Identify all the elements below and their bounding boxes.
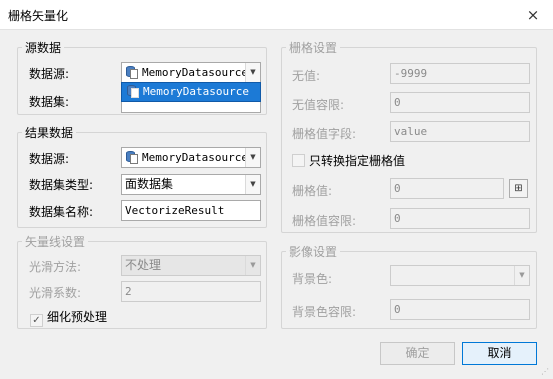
source-datasource-combo[interactable]: MemoryDatasource ▼: [121, 62, 261, 83]
thin-preprocess-label: 细化预处理: [47, 310, 108, 324]
result-data-title: 结果数据: [22, 124, 77, 141]
resize-grip-icon[interactable]: ⋰: [541, 367, 551, 377]
result-datasource-combo[interactable]: MemoryDatasource ▼: [121, 147, 261, 168]
grid-tolerance-label: 栅格值容限:: [292, 214, 357, 228]
smooth-method-combo[interactable]: 不处理 ▼: [121, 255, 261, 276]
result-dataset-type-value: 面数据集: [125, 177, 174, 191]
result-datasource-value: MemoryDatasource: [142, 151, 248, 164]
smooth-coef-label: 光滑系数:: [29, 286, 82, 300]
chevron-down-icon[interactable]: ▼: [245, 175, 260, 194]
datasource-icon: [125, 65, 139, 79]
pick-value-icon[interactable]: ⊞: [509, 179, 528, 198]
only-specified-value-label: 只转换指定栅格值: [309, 154, 406, 168]
smooth-method-label: 光滑方法:: [29, 260, 82, 274]
value-field-label: 栅格值字段:: [292, 127, 357, 141]
grid-value-label: 栅格值:: [292, 184, 333, 198]
smooth-method-value: 不处理: [125, 258, 162, 272]
result-dataset-type-combo[interactable]: 面数据集 ▼: [121, 174, 261, 195]
source-datasource-value: MemoryDatasource: [142, 66, 248, 79]
only-specified-value-checkbox[interactable]: 只转换指定栅格值: [292, 152, 405, 169]
nodata-tolerance-input[interactable]: 0: [390, 92, 530, 113]
nodata-input[interactable]: -9999: [390, 63, 530, 84]
chevron-down-icon[interactable]: ▼: [245, 256, 260, 275]
chevron-down-icon[interactable]: ▼: [245, 63, 260, 82]
ok-button[interactable]: 确定: [380, 342, 455, 365]
datasource-icon: [126, 84, 140, 98]
grid-value-input[interactable]: 0: [390, 178, 504, 199]
result-dataset-type-label: 数据集类型:: [29, 178, 94, 192]
source-data-title: 源数据: [22, 39, 65, 56]
image-settings-title: 影像设置: [286, 243, 341, 260]
chevron-down-icon[interactable]: ▼: [514, 266, 529, 285]
datasource-icon: [125, 150, 139, 164]
value-field-input[interactable]: value: [390, 121, 530, 142]
source-datasource-label: 数据源:: [29, 67, 70, 81]
nodata-tolerance-label: 无值容限:: [292, 98, 345, 112]
window-title: 栅格矢量化: [8, 9, 69, 23]
bg-color-label: 背景色:: [292, 272, 333, 286]
bg-tolerance-label: 背景色容限:: [292, 305, 357, 319]
bg-color-combo[interactable]: ▼: [390, 265, 530, 286]
result-dataset-name-label: 数据集名称:: [29, 205, 94, 219]
close-icon[interactable]: ×: [523, 5, 543, 25]
datasource-dropdown-item[interactable]: MemoryDatasource: [121, 82, 261, 102]
grid-tolerance-input[interactable]: 0: [390, 208, 530, 229]
checkbox-box: [292, 154, 305, 167]
vector-line-title: 矢量线设置: [22, 233, 89, 250]
source-dataset-label: 数据集:: [29, 95, 70, 109]
dropdown-item-label: MemoryDatasource: [143, 85, 249, 98]
smooth-coef-input[interactable]: 2: [121, 281, 261, 302]
nodata-label: 无值:: [292, 69, 321, 83]
title-bar: 栅格矢量化 ×: [0, 0, 553, 30]
bg-tolerance-input[interactable]: 0: [390, 299, 530, 320]
checkmark-icon: ✓: [30, 314, 43, 327]
result-datasource-label: 数据源:: [29, 152, 70, 166]
raster-settings-title: 栅格设置: [286, 39, 341, 56]
thin-preprocess-checkbox[interactable]: ✓ 细化预处理: [30, 308, 107, 327]
result-dataset-name-input[interactable]: VectorizeResult: [121, 200, 261, 221]
chevron-down-icon[interactable]: ▼: [245, 148, 260, 167]
cancel-button[interactable]: 取消: [462, 342, 537, 365]
